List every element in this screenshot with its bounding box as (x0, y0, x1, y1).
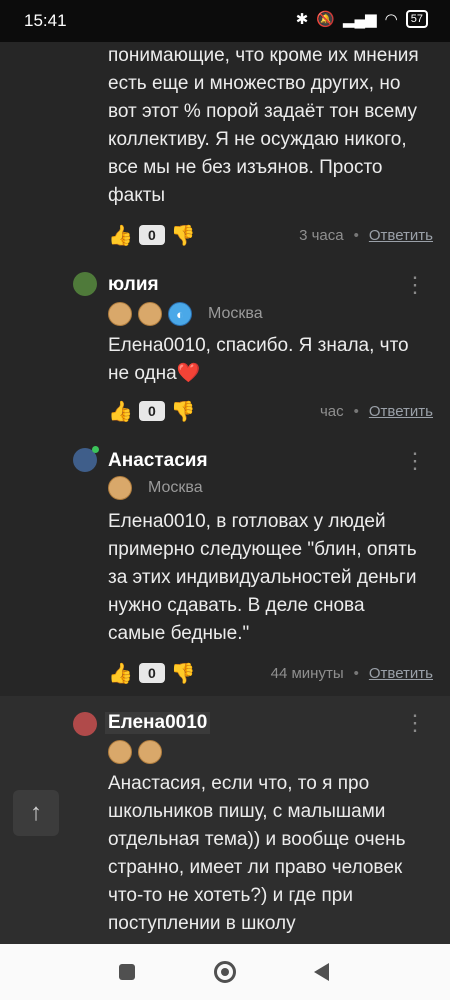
globe-badge-icon: ◐ (168, 302, 192, 326)
comment: понимающие, что кроме их мнения есть еще… (0, 42, 450, 264)
text-line: примерно следующее "блин, опять (108, 539, 417, 560)
comment-text: Елена0010, спасибо. Я знала, что не одна… (108, 332, 428, 388)
avatar[interactable] (73, 272, 97, 296)
like-count: 0 (138, 663, 165, 683)
separator-dot: • (353, 226, 359, 244)
arrow-up-icon: ↑ (30, 799, 42, 826)
badges: ◐ Москва (108, 302, 263, 326)
text-line: коллективу. Я не осуждаю никого, (108, 129, 407, 150)
text-line: за этих индивидуальностей деньги (108, 567, 417, 588)
comment-meta: 44 минуты • Ответить (271, 665, 433, 682)
text-line: что-то не хотеть?) и где при (108, 885, 353, 906)
comment-meta: час • Ответить (320, 403, 433, 420)
comment-actions: 👍 0 👎 44 минуты • Ответить (108, 661, 433, 685)
separator-dot: • (353, 664, 359, 682)
like-count: 0 (138, 401, 165, 421)
text-line: есть еще и множество других, но (108, 73, 401, 94)
text-line: Елена0010, в готловах у людей (108, 511, 386, 532)
back-button[interactable] (314, 963, 329, 981)
text-line: не одна❤️ (108, 363, 201, 384)
like-count: 0 (138, 225, 165, 245)
comment-text: понимающие, что кроме их мнения есть еще… (108, 42, 428, 210)
comments-feed[interactable]: понимающие, что кроме их мнения есть еще… (0, 42, 450, 944)
comment-meta: 3 часа • Ответить (299, 227, 433, 244)
author-name[interactable]: Елена0010 (105, 712, 211, 734)
dislike-icon[interactable]: 👎 (171, 223, 196, 248)
more-options-icon[interactable]: ⋮ (404, 450, 426, 472)
vote-group: 👍 0 👎 (108, 399, 196, 424)
text-line: поступлении в школу (108, 913, 296, 934)
more-options-icon[interactable]: ⋮ (404, 274, 426, 296)
bluetooth-icon: ✱ (295, 11, 309, 28)
comment-text: Анастасия, если что, то я про школьников… (108, 770, 428, 938)
dislike-icon[interactable]: 👎 (171, 399, 196, 424)
vote-group: 👍 0 👎 (108, 223, 196, 248)
signal-icon: ▂▄▆ (342, 11, 377, 28)
city-label: Москва (148, 479, 203, 496)
online-indicator (92, 446, 99, 453)
battery-icon: 57 (405, 10, 428, 28)
system-nav-bar (0, 944, 450, 1000)
comment-actions: 👍 0 👎 час • Ответить (108, 399, 433, 423)
like-icon[interactable]: 👍 (108, 661, 133, 686)
wifi-icon: ◠ (384, 11, 398, 28)
reply-link[interactable]: Ответить (369, 227, 433, 244)
comment: юлия ⋮ ◐ Москва Елена0010, спасибо. Я зн… (0, 264, 450, 438)
comment-time: 44 минуты (270, 664, 344, 682)
vote-group: 👍 0 👎 (108, 661, 196, 686)
author-name[interactable]: юлия (108, 274, 159, 296)
face-badge-icon (108, 476, 132, 500)
text-line: вот этот % порой задаёт тон всему (108, 101, 417, 122)
comment-actions: 👍 0 👎 3 часа • Ответить (108, 223, 433, 247)
text-line: Анастасия, если что, то я про (108, 773, 370, 794)
dislike-icon[interactable]: 👎 (171, 661, 196, 686)
reply-link[interactable]: Ответить (369, 665, 433, 682)
like-icon[interactable]: 👍 (108, 223, 133, 248)
mute-icon: 🔕 (316, 11, 335, 28)
author-name[interactable]: Анастасия (108, 450, 208, 472)
text-line: самые бедные." (108, 623, 250, 644)
face-badge-icon (138, 740, 162, 764)
text-line: понимающие, что кроме их мнения (108, 45, 419, 66)
comment-time: 3 часа (299, 226, 344, 244)
text-line: отдельная тема)) и вообще очень (108, 829, 406, 850)
separator-dot: • (353, 402, 359, 420)
badges (108, 740, 162, 764)
scroll-to-top-button[interactable]: ↑ (13, 790, 59, 836)
reply-link[interactable]: Ответить (369, 403, 433, 420)
comment-time: час (319, 402, 344, 420)
text-line: школьников пишу, с малышами (108, 801, 386, 822)
city-label: Москва (208, 305, 263, 322)
text-line: Елена0010, спасибо. Я знала, что (108, 335, 409, 356)
badges: Москва (108, 476, 203, 500)
face-badge-icon (108, 740, 132, 764)
like-icon[interactable]: 👍 (108, 399, 133, 424)
face-badge-icon (138, 302, 162, 326)
text-line: нужно сдавать. В деле снова (108, 595, 365, 616)
text-line: факты (108, 185, 166, 206)
recents-button[interactable] (119, 964, 135, 980)
avatar[interactable] (73, 712, 97, 736)
status-bar: 15:41 ✱ 🔕 ▂▄▆ ◠ 57 (0, 0, 450, 42)
comment-text: Елена0010, в готловах у людей примерно с… (108, 508, 428, 648)
text-line: странно, имеет ли право человек (108, 857, 403, 878)
more-options-icon[interactable]: ⋮ (404, 712, 426, 734)
home-button[interactable] (214, 961, 236, 983)
face-badge-icon (108, 302, 132, 326)
comment-highlighted: Елена0010 ⋮ Анастасия, если что, то я пр… (0, 696, 450, 944)
comment: Анастасия ⋮ Москва Елена0010, в готловах… (0, 438, 450, 696)
status-time: 15:41 (24, 11, 67, 30)
text-line: все мы не без изъянов. Просто (108, 157, 383, 178)
status-icons: ✱ 🔕 ▂▄▆ ◠ 57 (296, 10, 428, 28)
